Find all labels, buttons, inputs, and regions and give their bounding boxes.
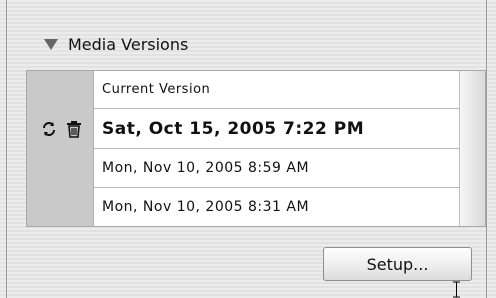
text-cursor-icon [453,281,460,298]
media-versions-panel: Media Versions Current Version Sat, Oct … [0,0,496,298]
revert-icon[interactable] [41,121,57,137]
version-row-selected[interactable]: Sat, Oct 15, 2005 7:22 PM [94,109,459,149]
version-label: Sat, Oct 15, 2005 7:22 PM [102,118,365,139]
scrollbar[interactable] [459,71,485,226]
version-label: Mon, Nov 10, 2005 8:59 AM [102,160,310,176]
versions-list: Current Version Sat, Oct 15, 2005 7:22 P… [26,70,486,227]
current-version-label: Current Version [102,82,211,97]
version-row[interactable]: Mon, Nov 10, 2005 8:59 AM [94,149,459,188]
section-header[interactable]: Media Versions [44,33,188,55]
disclosure-triangle-icon[interactable] [44,38,58,50]
selected-row-actions [27,109,94,149]
version-row[interactable]: Mon, Nov 10, 2005 8:31 AM [94,188,459,226]
setup-button[interactable]: Setup... [323,247,472,281]
current-version-header: Current Version [94,71,459,109]
version-label: Mon, Nov 10, 2005 8:31 AM [102,199,310,215]
trash-icon[interactable] [66,120,81,138]
section-title: Media Versions [68,34,189,54]
